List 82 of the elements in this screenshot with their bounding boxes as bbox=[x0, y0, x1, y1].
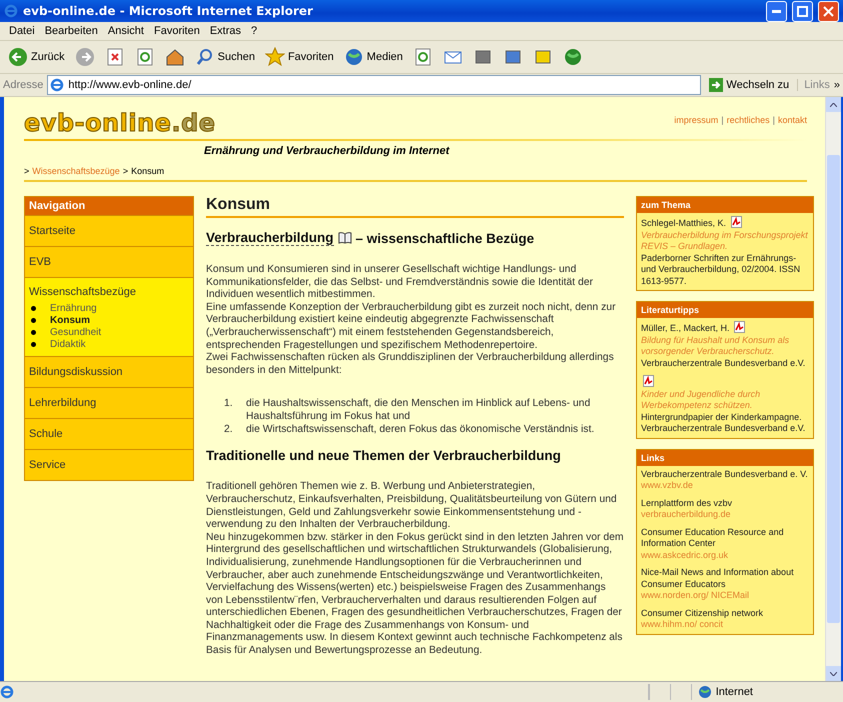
maximize-button[interactable] bbox=[792, 0, 813, 22]
pdf-icon bbox=[730, 216, 742, 228]
paragraph: Konsum und Konsumieren sind in unserer Gesellschaft wichtige Handlungs- und Kommunikationsfelder, die das Selbst- und Fremdverständnis sowie die Identität der Individuen wesentlich mitbestimmen. bbox=[206, 264, 594, 302]
breadcrumb-separator: > bbox=[122, 166, 128, 176]
toolbar-button[interactable]: Zurück bbox=[6, 47, 67, 67]
minimize-button[interactable] bbox=[766, 0, 787, 22]
publication-info: Paderborner Schriften zur Ernährungs- und Verbraucherbildung, 02/2004. ISSN 1613-9577. bbox=[641, 252, 802, 287]
nav-subitem[interactable]: Ernährung bbox=[29, 303, 189, 314]
globe-icon bbox=[344, 47, 364, 67]
maximize-icon bbox=[797, 6, 808, 16]
breadcrumb-separator: > bbox=[24, 166, 30, 176]
paragraph: Zwei Fachwissenschaften rücken als Grunddisziplinen der Verbraucherbildung allerdings besonders in den Mittelpunkt: bbox=[206, 352, 615, 378]
tagline: Ernährung und Verbraucherbildung im Internet bbox=[24, 139, 807, 160]
star-icon bbox=[264, 47, 285, 67]
paragraph: Neu hinzugekommen bzw. stärker in den Fokus gerückt sind in den letzten Jahren vor dem Hintergrund des gesellschaftlichen und wirtschaftlichen Strukturwandels (Globalisierung, Individualisierung, zunehmende Handlungsoptionen für die Verbraucherinnen und Verbraucher, aber auch zunehmende Entscheidungszwänge und Verantwortlichkeiten, Vervielfachung des Wissens(werten) etc.) beispielsweise Fragen des Zusammenhangs von Lebensstilentw¨rfen, Verbraucherverhalten und daraus resultierenden Folgen auf unterschiedlichen Ebenen, Fragen des gesundheitlichen Verbraucherschutzes, Fragen der Nachhaltigkeit oder die Frage des Zusammenhangs von Konsum- und Finanzmanagements usw. In diesem Kontext gewinnt auch technische Fachkompetenz als Basis für Analysen und Bewertungsprozesse an Bedeutung. bbox=[206, 532, 624, 658]
nav-subitem[interactable]: Konsum bbox=[29, 315, 189, 326]
link-description: Consumer Citizenship network bbox=[641, 608, 764, 618]
nav-link[interactable]: Lehrerbildung bbox=[29, 397, 189, 409]
globe-icon bbox=[562, 47, 583, 67]
toolbar-button[interactable]: Favoriten bbox=[262, 47, 336, 67]
section-heading: – wissenschaftliche Bezüge bbox=[356, 230, 534, 246]
stop-icon bbox=[104, 47, 125, 67]
breadcrumb-current: Konsum bbox=[131, 166, 164, 176]
menu-item[interactable]: Bearbeiten bbox=[40, 25, 103, 37]
separator: | bbox=[772, 115, 775, 125]
nav-link[interactable]: EVB bbox=[29, 256, 189, 268]
arrow-icon bbox=[709, 78, 724, 92]
close-button[interactable] bbox=[818, 0, 839, 22]
link-description: Nice-Mail News and Information about Consumer Educators bbox=[641, 567, 794, 588]
box-title: Links bbox=[637, 450, 813, 466]
nav-link[interactable]: Startseite bbox=[29, 225, 189, 237]
nav-link[interactable]: Service bbox=[29, 459, 189, 471]
list-number: 1. bbox=[224, 397, 234, 412]
navigation-title: Navigation bbox=[25, 197, 193, 215]
menu-item[interactable]: Favoriten bbox=[148, 25, 205, 37]
home-icon bbox=[164, 47, 185, 67]
box-title: zum Thema bbox=[637, 197, 813, 213]
search-icon bbox=[194, 47, 215, 67]
window-title: evb-online.de - Microsoft Internet Explorer bbox=[23, 4, 314, 18]
scroll-thumb[interactable] bbox=[827, 155, 840, 623]
go-button[interactable]: Wechseln zu bbox=[705, 78, 794, 92]
window-icon bbox=[4, 4, 18, 18]
nav-link[interactable]: Wissenschaftsbezüge bbox=[29, 286, 189, 298]
author: Müller, E., Mackert, H. bbox=[641, 323, 730, 333]
address-label: Adresse bbox=[3, 79, 44, 91]
list-item: die Wirtschaftswissenschaft, deren Fokus das ökonomische Verständnis ist. bbox=[246, 423, 594, 436]
publication-info: Verbraucherzentrale Bundesverband e.V. bbox=[641, 358, 806, 369]
minimize-icon bbox=[772, 10, 781, 12]
nav-link[interactable]: Bildungsdiskussion bbox=[29, 366, 189, 378]
author: Schlegel-Matthies, K. bbox=[641, 218, 726, 228]
nav-link[interactable]: Schule bbox=[29, 428, 189, 440]
scrollbar[interactable] bbox=[825, 97, 841, 681]
pdf-icon bbox=[643, 375, 654, 387]
nav-subitem[interactable]: Gesundheit bbox=[29, 327, 189, 338]
heading-link[interactable]: Verbraucherbildung bbox=[206, 230, 334, 246]
book-icon bbox=[338, 232, 352, 244]
paragraph: Eine umfassende Konzeption der Verbraucherbildung gibt es zurzeit noch nicht, denn zur Verbraucherbildung existiert keine eindeutig abgegrenzte Fachwissenschaft („Verbraucherwissenschaft“) mit einem feststehenden Gegenstandsbereich, entsprechenden Fragestellungen und spezifischem Methodenrepertoire. bbox=[206, 302, 617, 352]
refresh-icon bbox=[412, 47, 433, 67]
menu-item[interactable]: ? bbox=[246, 25, 262, 37]
list-number: 2. bbox=[224, 423, 234, 436]
zone-label: Internet bbox=[716, 686, 753, 698]
pdf-icon bbox=[734, 321, 746, 333]
close-icon bbox=[823, 6, 834, 16]
link-description: Verbraucherzentrale Bundesverband e. V. bbox=[641, 468, 808, 478]
address-field[interactable]: http://www.evb-online.de/ bbox=[47, 75, 702, 95]
menu-item[interactable]: Datei bbox=[4, 25, 40, 37]
nav-subitem[interactable]: Didaktik bbox=[29, 339, 189, 350]
refresh-icon bbox=[134, 47, 155, 67]
link-description: Consumer Education Resource and Information Center bbox=[641, 526, 784, 548]
menu-item[interactable]: Ansicht bbox=[102, 25, 149, 37]
globe-icon bbox=[698, 685, 712, 699]
separator: | bbox=[721, 115, 724, 125]
menu-item[interactable]: Extras bbox=[204, 25, 246, 37]
link-description: Lernplattform des vzbv bbox=[641, 498, 732, 508]
page-title: Konsum bbox=[206, 196, 624, 218]
section-heading: Traditionelle und neue Themen der Verbraucherbildung bbox=[206, 448, 561, 464]
box-title: Literaturtipps bbox=[637, 302, 813, 318]
publication-info: Hintergrundpapier der Kinderkampagne. Verbraucherzentrale Bundesverband e.V. bbox=[641, 412, 806, 434]
paragraph: Traditionell gehören Themen wie z. B. Werbung und Anbieterstrategien, Verbraucherschutz, Einkaufsverhalten, Preisbildung, Qualitätsbeurteilung von Gütern und Dienstleistungen, Geld und Zahlungsverkehr sowie Einkommensentstehung und -verwendung zu den Inhalten der Verbraucherbildung. bbox=[206, 481, 618, 532]
toolbar-button[interactable]: Suchen bbox=[192, 47, 257, 67]
more-chevron: » bbox=[834, 79, 840, 91]
toolbar-button[interactable]: Medien bbox=[342, 47, 405, 67]
